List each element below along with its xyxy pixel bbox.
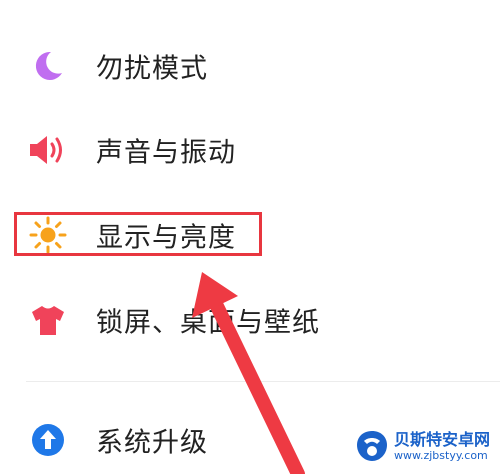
watermark-title: 贝斯特安卓网 bbox=[394, 430, 491, 449]
watermark-url: www.zjbstyy.com bbox=[394, 449, 488, 462]
watermark: 贝斯特安卓网 www.zjbstyy.com bbox=[354, 422, 494, 470]
settings-item-label: 勿扰模式 bbox=[96, 53, 208, 85]
settings-item-label: 显示与亮度 bbox=[96, 222, 236, 254]
speaker-icon bbox=[28, 130, 68, 170]
settings-item-do-not-disturb[interactable]: 勿扰模式 bbox=[0, 36, 500, 96]
moon-icon bbox=[28, 46, 68, 86]
sun-icon bbox=[28, 215, 68, 255]
divider bbox=[26, 381, 500, 382]
settings-item-display-brightness[interactable]: 显示与亮度 bbox=[0, 205, 500, 265]
arrow-up-circle-icon bbox=[28, 420, 68, 460]
settings-item-label: 锁屏、桌面与壁纸 bbox=[96, 307, 320, 339]
watermark-logo-icon bbox=[357, 431, 387, 461]
settings-screen: 勿扰模式 声音与振动 显示与亮度 锁屏、桌面与壁纸 系统升级 贝斯特安卓网 ww… bbox=[0, 0, 500, 474]
settings-item-label: 声音与振动 bbox=[96, 137, 236, 169]
settings-item-sound-vibration[interactable]: 声音与振动 bbox=[0, 120, 500, 180]
tshirt-icon bbox=[28, 300, 68, 340]
settings-item-label: 系统升级 bbox=[96, 427, 208, 459]
settings-item-lockscreen-wallpaper[interactable]: 锁屏、桌面与壁纸 bbox=[0, 290, 500, 350]
